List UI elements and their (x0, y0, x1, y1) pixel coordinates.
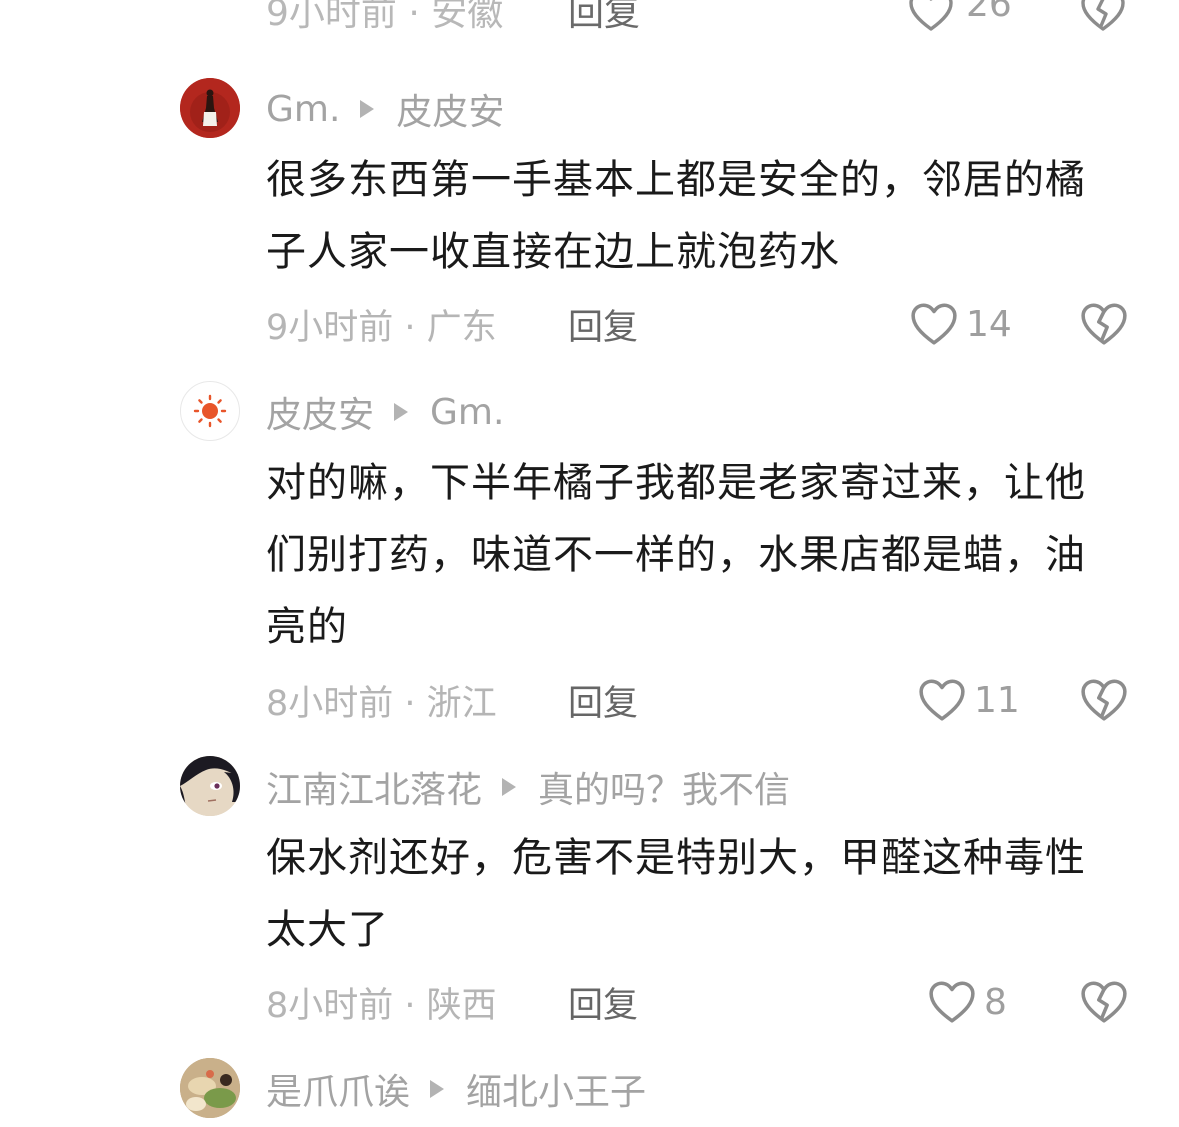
dislike-button[interactable] (1080, 675, 1128, 725)
broken-heart-icon[interactable] (1080, 0, 1126, 32)
comment-text: 很多东西第一手基本上都是安全的，邻居的橘子人家一收直接在边上就泡药水 (266, 157, 1086, 275)
previous-comment-fragment: 9小时前 · 安徽 回复 26 (0, 0, 1179, 50)
like-count: 11 (974, 679, 1020, 721)
reply-arrow-icon (360, 100, 375, 118)
heart-icon (919, 679, 965, 721)
heart-icon (911, 303, 957, 345)
broken-heart-icon (1081, 679, 1127, 721)
comment-meta: 9小时前 · 安徽 (266, 0, 504, 34)
like-button[interactable]: 8 (928, 977, 1007, 1027)
reply-button[interactable]: 回复 (568, 0, 640, 36)
dislike-button[interactable] (1080, 977, 1128, 1027)
comment-text: 保水剂还好，危害不是特别大，甲醛这种毒性太大了 (266, 835, 1086, 953)
like-button[interactable]: 14 (910, 299, 1012, 349)
reply-to-name[interactable]: 缅北小王子 (466, 1063, 646, 1115)
reply-arrow-icon (502, 778, 517, 796)
broken-heart-icon (1081, 303, 1127, 345)
author-name[interactable]: 江南江北落花 (266, 761, 482, 813)
author-name[interactable]: Gm. (266, 89, 340, 130)
comment-names: 江南江北落花 真的吗？我不信 (266, 762, 790, 812)
comment-names: 是爪爪诶 缅北小王子 (266, 1064, 646, 1114)
comment-meta: 8小时前 · 陕西 (266, 985, 497, 1026)
like-count: 26 (966, 0, 1012, 25)
author-name[interactable]: 是爪爪诶 (266, 1063, 410, 1115)
comment-meta: 8小时前 · 浙江 (266, 683, 497, 724)
reply-to-name[interactable]: 真的吗？我不信 (538, 761, 790, 813)
reply-arrow-icon (394, 403, 409, 421)
avatar[interactable] (180, 381, 240, 441)
avatar[interactable] (180, 1058, 240, 1118)
avatar[interactable] (180, 756, 240, 816)
dislike-button[interactable] (1080, 299, 1128, 349)
reply-arrow-icon (430, 1080, 445, 1098)
comment-names: 皮皮安 Gm. (266, 387, 504, 437)
reply-button[interactable]: 回复 (568, 675, 638, 725)
like-count: 8 (984, 981, 1007, 1023)
broken-heart-icon (1081, 981, 1127, 1023)
like-button[interactable]: 11 (918, 675, 1020, 725)
avatar[interactable] (180, 78, 240, 138)
reply-button[interactable]: 回复 (568, 299, 638, 349)
reply-to-name[interactable]: 皮皮安 (396, 83, 504, 135)
comment-meta: 9小时前 · 广东 (266, 307, 497, 348)
comment-text: 对的嘛，下半年橘子我都是老家寄过来，让他们别打药，味道不一样的，水果店都是蜡，油… (266, 460, 1086, 650)
reply-to-name[interactable]: Gm. (430, 392, 504, 433)
heart-icon[interactable] (908, 0, 954, 32)
like-count: 14 (966, 303, 1012, 345)
comment-names: Gm. 皮皮安 (266, 84, 504, 134)
heart-icon (929, 981, 975, 1023)
author-name[interactable]: 皮皮安 (266, 386, 374, 438)
reply-button[interactable]: 回复 (568, 977, 638, 1027)
